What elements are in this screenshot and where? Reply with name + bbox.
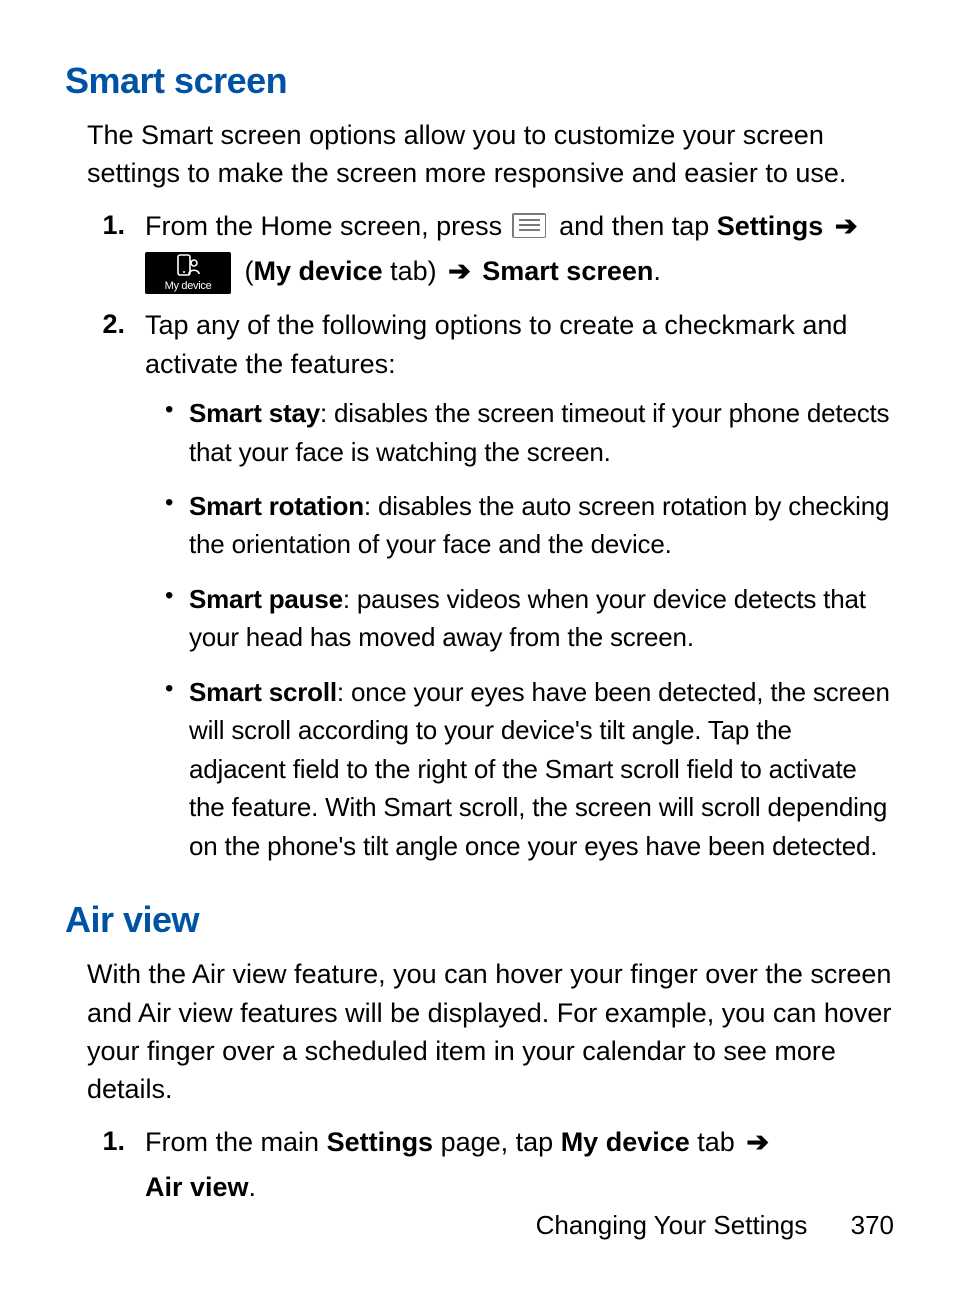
arrow-icon: ➔ — [448, 256, 471, 286]
air-view-steps: 1. From the main Settings page, tap My d… — [65, 1123, 894, 1207]
text: tab) — [383, 256, 445, 286]
text: . — [249, 1172, 257, 1202]
list-item: • Smart rotation: disables the auto scre… — [165, 487, 894, 564]
bullet-icon: • — [165, 487, 189, 518]
text: page, tap — [433, 1127, 561, 1157]
text: From the main — [145, 1127, 327, 1157]
step-1: 1. From the Home screen, press and then … — [65, 207, 894, 294]
feature-term: Smart stay — [189, 398, 320, 428]
step-body: Tap any of the following options to crea… — [145, 306, 894, 881]
page-number: 370 — [851, 1210, 894, 1240]
smart-screen-label: Smart screen — [482, 256, 653, 286]
arrow-icon: ➔ — [746, 1127, 769, 1157]
text: and then tap — [559, 211, 717, 241]
step-body: From the main Settings page, tap My devi… — [145, 1123, 894, 1207]
bullet-body: Smart scroll: once your eyes have been d… — [189, 673, 894, 865]
settings-label: Settings — [327, 1127, 434, 1157]
arrow-icon: ➔ — [835, 211, 858, 241]
list-item: • Smart stay: disables the screen timeou… — [165, 394, 894, 471]
air-view-intro: With the Air view feature, you can hover… — [87, 955, 894, 1108]
list-item: • Smart scroll: once your eyes have been… — [165, 673, 894, 865]
step-number: 1. — [65, 207, 145, 245]
air-view-label: Air view — [145, 1172, 249, 1202]
step-number: 2. — [65, 306, 145, 344]
bullet-body: Smart pause: pauses videos when your dev… — [189, 580, 894, 657]
feature-term: Smart scroll — [189, 677, 337, 707]
feature-term: Smart rotation — [189, 491, 364, 521]
my-device-icon: My device — [145, 252, 231, 294]
text: tab — [690, 1127, 743, 1157]
step-2: 2. Tap any of the following options to c… — [65, 306, 894, 881]
heading-air-view: Air view — [65, 899, 894, 941]
smart-screen-steps: 1. From the Home screen, press and then … — [65, 207, 894, 882]
feature-list: • Smart stay: disables the screen timeou… — [145, 394, 894, 865]
bullet-icon: • — [165, 394, 189, 425]
settings-label: Settings — [717, 211, 824, 241]
bullet-icon: • — [165, 580, 189, 611]
my-device-icon-label: My device — [145, 281, 231, 292]
list-item: • Smart pause: pauses videos when your d… — [165, 580, 894, 657]
chapter-title: Changing Your Settings — [536, 1210, 808, 1240]
bullet-body: Smart rotation: disables the auto screen… — [189, 487, 894, 564]
document-page: Smart screen The Smart screen options al… — [0, 0, 954, 1295]
smart-screen-intro: The Smart screen options allow you to cu… — [87, 116, 894, 193]
step-body: From the Home screen, press and then tap… — [145, 207, 894, 294]
my-device-label: My device — [254, 256, 383, 286]
text: From the Home screen, press — [145, 211, 510, 241]
step-number: 1. — [65, 1123, 145, 1161]
feature-term: Smart pause — [189, 584, 343, 614]
menu-icon — [512, 213, 546, 238]
my-device-label: My device — [561, 1127, 690, 1157]
text: Tap any of the following options to crea… — [145, 310, 847, 379]
page-footer: Changing Your Settings 370 — [536, 1210, 894, 1241]
text: . — [653, 256, 661, 286]
bullet-body: Smart stay: disables the screen timeout … — [189, 394, 894, 471]
bullet-icon: • — [165, 673, 189, 704]
heading-smart-screen: Smart screen — [65, 60, 894, 102]
text: ( — [245, 256, 254, 286]
step-1: 1. From the main Settings page, tap My d… — [65, 1123, 894, 1207]
